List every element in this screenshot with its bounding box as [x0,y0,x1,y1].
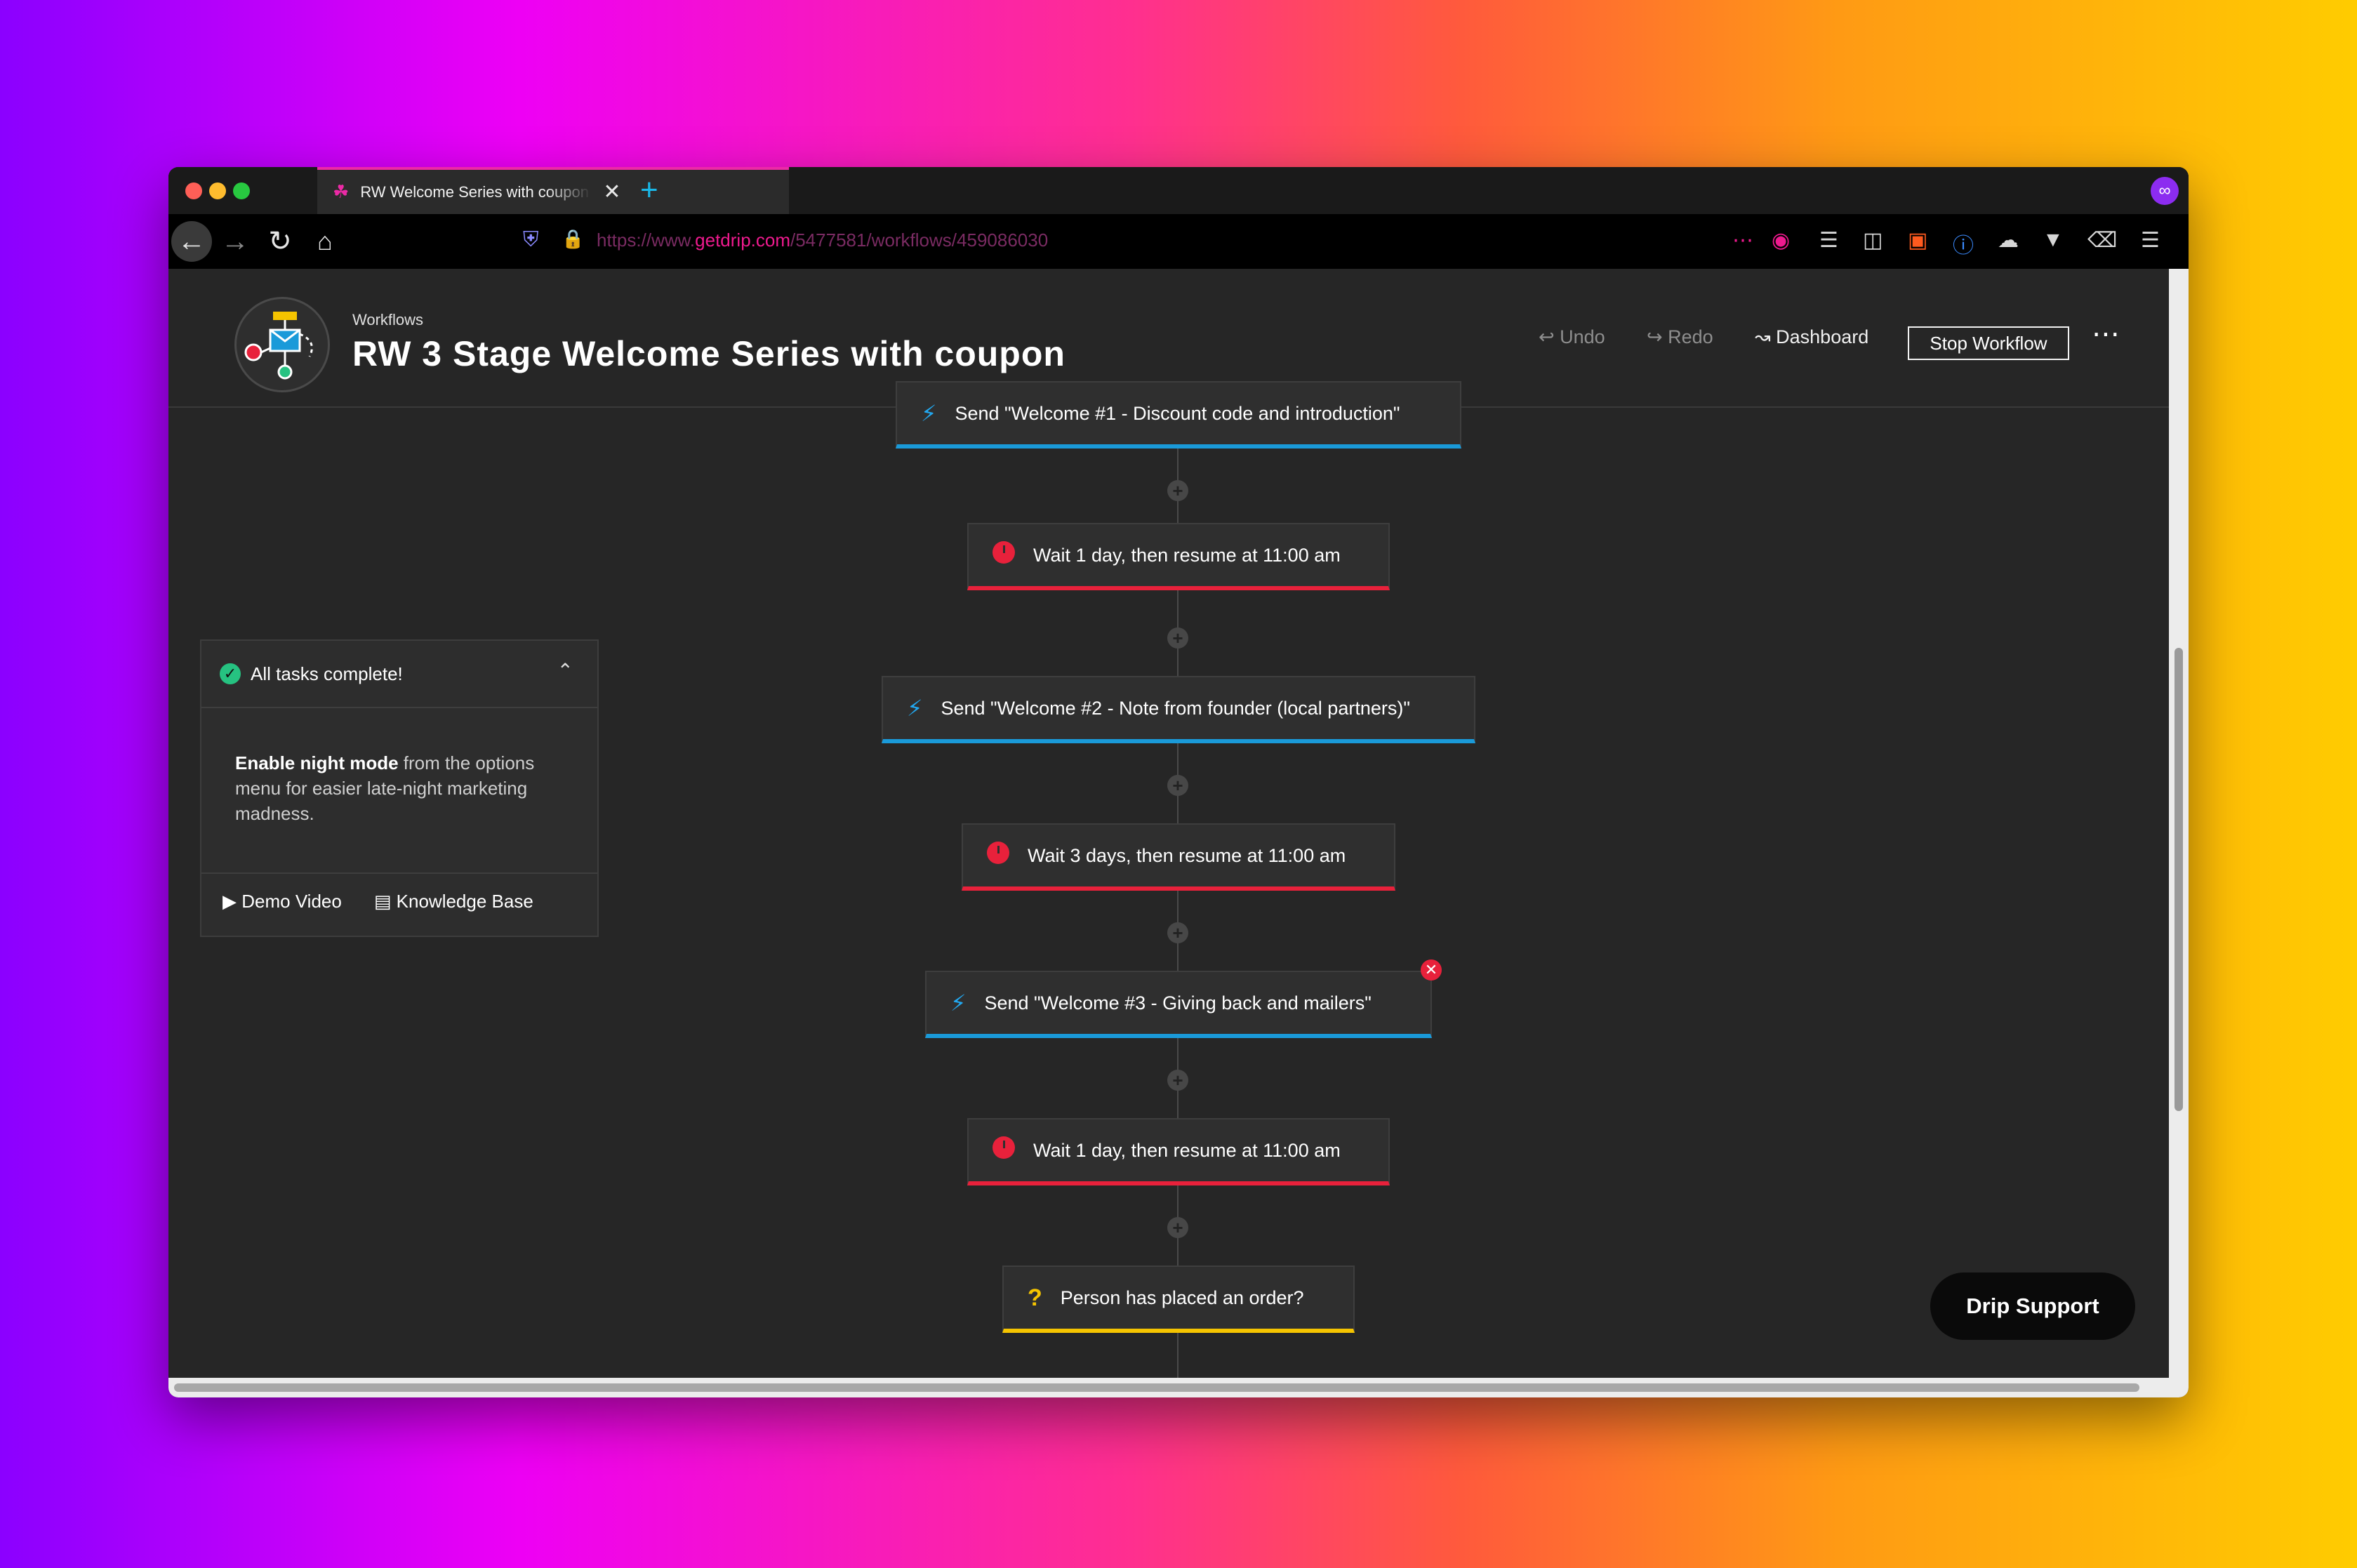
zoom-window-button[interactable] [233,182,250,199]
tasks-heading: All tasks complete! [251,663,403,684]
extension-percent-icon[interactable]: ▣ [1908,228,1927,253]
knowledge-base-label: Knowledge Base [396,890,533,912]
tasks-panel: ✓ All tasks complete! ⌃ Enable night mod… [200,639,599,937]
book-icon: ▤ [373,890,392,912]
question-mark-icon: ? [1028,1284,1042,1311]
lightning-bolt-icon: ⚡ [921,401,937,426]
dashboard-label: Dashboard [1776,326,1869,347]
knowledge-base-link[interactable]: ▤ Knowledge Base [374,891,533,912]
node-label: Send "Welcome #2 - Note from founder (lo… [941,697,1410,719]
add-step-plus-icon[interactable]: + [1167,627,1188,649]
delete-node-icon[interactable]: ✕ [1421,959,1442,981]
redo-label: Redo [1668,326,1713,347]
check-circle-icon: ✓ [220,663,241,684]
workflow-node-email[interactable]: ⚡ Send "Welcome #2 - Note from founder (… [882,676,1475,743]
chart-line-icon: ↝ [1755,326,1771,347]
video-camera-icon: ▶ [223,890,237,912]
new-tab-button[interactable]: + [640,173,658,208]
workflow-page: Workflows RW 3 Stage Welcome Series with… [168,269,2169,1378]
pocket-icon[interactable]: ◉ [1772,228,1790,253]
home-button[interactable]: ⌂ [305,221,345,262]
workflow-node-wait[interactable]: Wait 1 day, then resume at 11:00 am [967,1118,1390,1185]
workflow-node-email[interactable]: ⚡ Send "Welcome #3 - Giving back and mai… [925,971,1432,1038]
private-mask-icon[interactable]: ∞ [2151,177,2179,205]
library-icon[interactable]: ☰ [1819,228,1838,253]
tip-bold: Enable night mode [235,752,399,773]
forward-button[interactable]: → [215,221,255,262]
reload-button[interactable]: ↻ [260,221,300,262]
dashboard-button[interactable]: ↝ Dashboard [1755,326,1868,348]
browser-tab[interactable]: ☘ RW Welcome Series with coupon ✕ [317,167,789,214]
node-label: Wait 1 day, then resume at 11:00 am [1033,1139,1341,1161]
lightning-bolt-icon: ⚡ [950,990,967,1016]
url-domain: getdrip.com [695,230,790,251]
add-step-plus-icon[interactable]: + [1167,1070,1188,1091]
undo-label: Undo [1560,326,1605,347]
more-options-icon[interactable]: ⋯ [2092,318,2120,350]
drip-support-button[interactable]: Drip Support [1930,1273,2135,1340]
undo-button[interactable]: ↩ Undo [1539,326,1605,348]
workflow-node-decision[interactable]: ? Person has placed an order? [1002,1265,1355,1333]
lock-icon[interactable]: 🔒 [562,228,584,250]
password-manager-icon[interactable]: ⓘ [1953,228,1974,259]
vertical-scroll-thumb[interactable] [2175,648,2183,1111]
undo-icon: ↩ [1539,326,1555,347]
tasks-footer: ▶ Demo Video ▤ Knowledge Base [201,874,597,929]
horizontal-scrollbar[interactable] [168,1378,2189,1397]
add-step-plus-icon[interactable]: + [1167,1217,1188,1238]
extension-cloud-icon[interactable]: ☁ [1998,228,2019,253]
node-label: Person has placed an order? [1060,1287,1304,1308]
url-prefix: https://www. [597,230,696,251]
close-tab-icon[interactable]: ✕ [603,180,620,204]
tasks-panel-header[interactable]: ✓ All tasks complete! ⌃ [201,641,597,708]
clock-icon [992,1136,1015,1164]
page-actions-icon[interactable]: ⋯ [1732,228,1753,253]
redo-button[interactable]: ↪ Redo [1647,326,1713,348]
minimize-window-button[interactable] [209,182,226,199]
sidebar-icon[interactable]: ◫ [1863,228,1883,253]
workflow-node-wait[interactable]: Wait 1 day, then resume at 11:00 am [967,523,1390,590]
workflow-node-email[interactable]: ⚡ Send "Welcome #1 - Discount code and i… [896,381,1461,449]
redo-icon: ↪ [1647,326,1663,347]
navigation-bar: ← → ↻ ⌂ ⛨ 🔒 https://www.getdrip.com/5477… [168,214,2189,269]
tab-title: RW Welcome Series with coupon [360,182,589,201]
vertical-scrollbar[interactable] [2169,269,2189,1378]
node-label: Send "Welcome #3 - Giving back and maile… [984,992,1372,1014]
drip-favicon-icon: ☘ [333,181,350,202]
vue-devtools-icon[interactable]: ▼ [2043,228,2064,252]
demo-video-label: Demo Video [241,890,342,912]
back-button[interactable]: ← [171,221,212,262]
lightning-bolt-icon: ⚡ [907,696,923,721]
horizontal-scroll-thumb[interactable] [174,1383,2139,1392]
tracking-shield-icon[interactable]: ⛨ [523,228,539,252]
workflow-node-wait[interactable]: Wait 3 days, then resume at 11:00 am [962,823,1395,891]
breadcrumb[interactable]: Workflows [352,311,423,329]
clock-icon [992,541,1015,569]
page-title: RW 3 Stage Welcome Series with coupon [352,334,1065,373]
add-step-plus-icon[interactable]: + [1167,922,1188,943]
stop-workflow-button[interactable]: Stop Workflow [1908,326,2069,360]
menu-icon[interactable]: ☰ [2141,228,2160,253]
node-label: Wait 1 day, then resume at 11:00 am [1033,544,1341,566]
workflow-logo-icon [234,297,330,392]
add-step-plus-icon[interactable]: + [1167,480,1188,501]
extension-erase-icon[interactable]: ⌫ [2087,228,2117,253]
tasks-tip: Enable night mode from the options menu … [201,708,597,874]
close-window-button[interactable] [185,182,202,199]
address-bar[interactable]: https://www.getdrip.com/5477581/workflow… [597,230,1048,251]
clock-icon [987,842,1009,870]
chevron-up-icon[interactable]: ⌃ [557,659,573,682]
tab-bar: ☘ RW Welcome Series with coupon ✕ + ∞ [168,167,2189,214]
url-path: /5477581/workflows/459086030 [790,230,1049,251]
node-label: Send "Welcome #1 - Discount code and int… [955,402,1400,424]
add-step-plus-icon[interactable]: + [1167,775,1188,796]
demo-video-link[interactable]: ▶ Demo Video [223,891,342,912]
browser-window: ☘ RW Welcome Series with coupon ✕ + ∞ ← … [168,167,2189,1397]
node-label: Wait 3 days, then resume at 11:00 am [1028,844,1346,866]
